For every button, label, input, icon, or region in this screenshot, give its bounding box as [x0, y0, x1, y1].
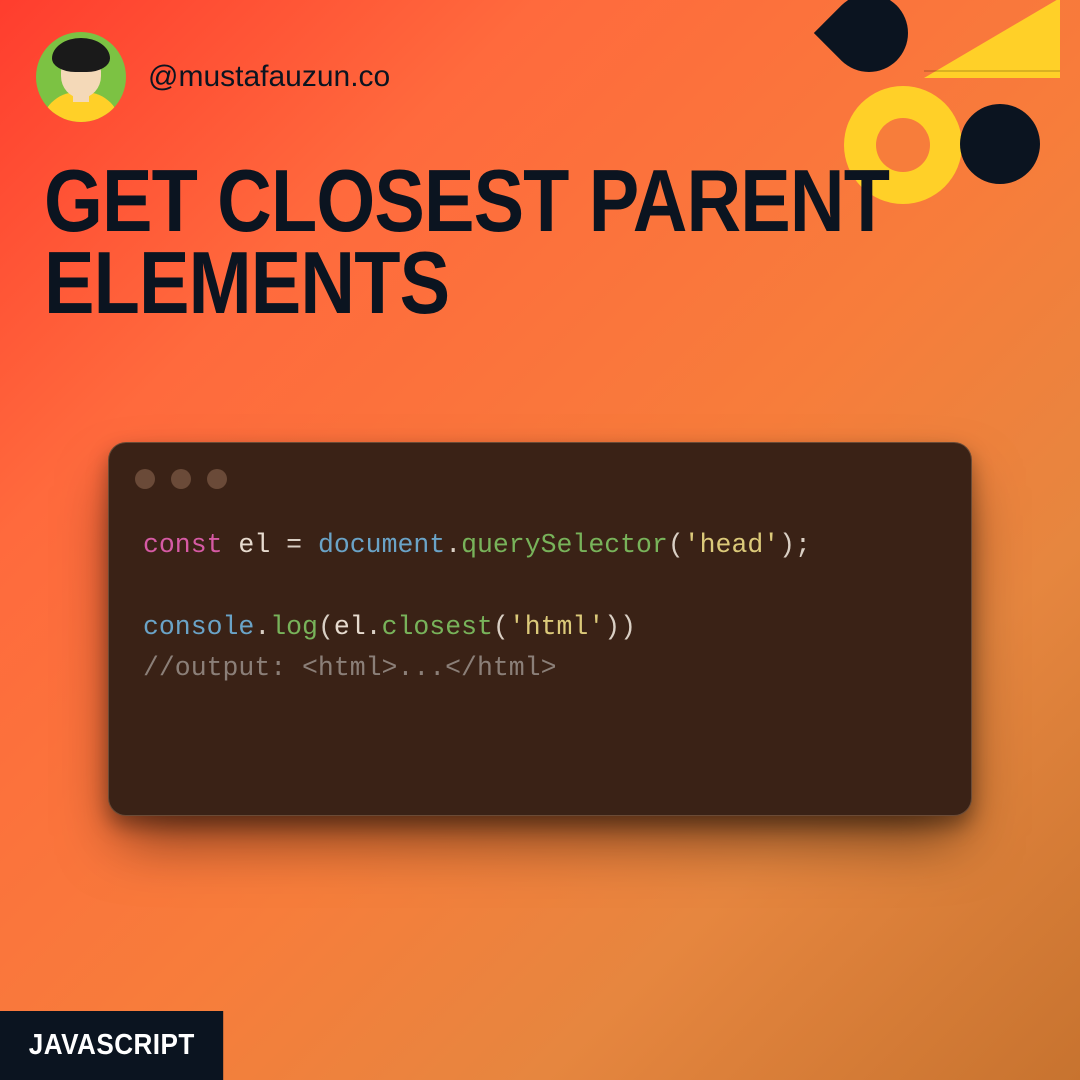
string: 'html': [509, 612, 604, 642]
avatar: [36, 32, 126, 122]
author-handle: @mustafauzun.co: [148, 60, 390, 94]
function: querySelector: [461, 530, 668, 560]
header: @mustafauzun.co: [36, 32, 390, 122]
divider-line: [924, 70, 1060, 72]
window-controls: [109, 443, 971, 495]
paren-open: (: [668, 530, 684, 560]
code-card: const el = document.querySelector('head'…: [108, 442, 972, 816]
paren-close: ): [620, 612, 636, 642]
code-line-1: const el = document.querySelector('head'…: [143, 525, 937, 566]
page-title: GET CLOSEST PARENT ELEMENTS: [44, 160, 889, 324]
function: log: [270, 612, 318, 642]
code-block: const el = document.querySelector('head'…: [109, 495, 971, 689]
code-line-2: console.log(el.closest('html')): [143, 607, 937, 648]
string: 'head': [684, 530, 779, 560]
circle-shape-icon: [960, 104, 1040, 184]
traffic-dot-icon: [171, 469, 191, 489]
object: console: [143, 612, 254, 642]
dot: .: [254, 612, 270, 642]
variable: el: [238, 530, 270, 560]
dot: .: [445, 530, 461, 560]
triangle-shape-icon: [924, 0, 1060, 78]
paren-open: (: [493, 612, 509, 642]
keyword: const: [143, 530, 223, 560]
traffic-dot-icon: [207, 469, 227, 489]
title-line-2: ELEMENTS: [44, 242, 889, 324]
category-tag: JAVASCRIPT: [0, 1011, 224, 1080]
paren-close: ): [604, 612, 620, 642]
blank-line: [143, 566, 937, 607]
function: closest: [382, 612, 493, 642]
dot: .: [366, 612, 382, 642]
paren-close: );: [779, 530, 811, 560]
object: document: [318, 530, 445, 560]
code-comment: //output: <html>...</html>: [143, 648, 937, 689]
operator: =: [286, 530, 302, 560]
title-line-1: GET CLOSEST PARENT: [44, 160, 889, 242]
variable: el: [334, 612, 366, 642]
drop-shape-icon: [814, 0, 924, 88]
traffic-dot-icon: [135, 469, 155, 489]
paren-open: (: [318, 612, 334, 642]
